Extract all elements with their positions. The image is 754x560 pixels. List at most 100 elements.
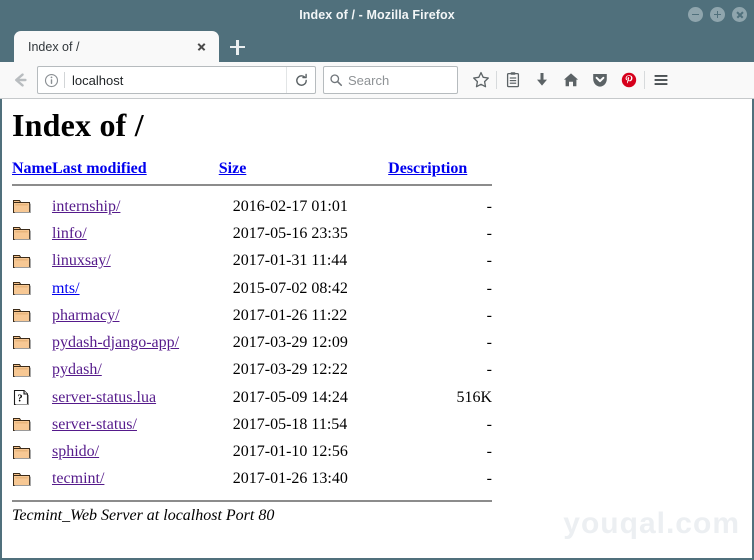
entry-size: -	[388, 465, 492, 492]
entry-link[interactable]: pydash-django-app/	[52, 334, 179, 351]
entry-description	[492, 275, 504, 302]
toolbar-separator-2	[644, 71, 645, 89]
entry-description	[492, 411, 504, 438]
minimize-button[interactable]	[688, 7, 703, 22]
table-row: mts/2015-07-02 08:42-	[12, 275, 504, 302]
folder-icon	[12, 193, 52, 220]
library-icon[interactable]	[498, 66, 527, 95]
entry-link[interactable]: server-status/	[52, 416, 137, 433]
header-divider	[12, 184, 492, 186]
back-button[interactable]	[7, 66, 35, 94]
toolbar-separator	[496, 71, 497, 89]
watermark: youqal.com	[563, 507, 740, 541]
entry-name-cell: pharmacy/	[52, 302, 219, 329]
entry-link[interactable]: mts/	[52, 280, 80, 297]
entry-modified: 2017-01-31 11:44	[219, 247, 388, 274]
sort-by-date-link[interactable]: Last modified	[52, 160, 147, 177]
entry-link[interactable]: sphido/	[52, 443, 99, 460]
site-info-icon[interactable]	[38, 73, 64, 88]
entry-name-cell: mts/	[52, 275, 219, 302]
entry-modified: 2017-01-26 13:40	[219, 465, 388, 492]
table-row: server-status/2017-05-18 11:54-	[12, 411, 504, 438]
tab-label: Index of /	[28, 40, 187, 54]
entry-name-cell: server-status/	[52, 411, 219, 438]
table-row: ? server-status.lua 2017-05-09 14:24516K	[12, 384, 504, 411]
entry-link[interactable]: linfo/	[52, 225, 87, 242]
entry-link[interactable]: tecmint/	[52, 470, 104, 487]
entry-modified: 2017-05-09 14:24	[219, 384, 388, 411]
unknown-file-icon: ?	[12, 384, 52, 411]
menu-icon[interactable]	[646, 66, 675, 95]
folder-icon	[12, 438, 52, 465]
entry-name-cell: sphido/	[52, 438, 219, 465]
footer-rule-row	[12, 493, 504, 507]
table-row: tecmint/2017-01-26 13:40-	[12, 465, 504, 492]
entry-size: -	[388, 247, 492, 274]
sort-by-name-link[interactable]: Name	[12, 160, 52, 177]
url-input[interactable]	[65, 73, 286, 88]
entry-size: -	[388, 411, 492, 438]
table-row: pydash-django-app/2017-03-29 12:09-	[12, 329, 504, 356]
table-row: pydash/2017-03-29 12:22-	[12, 356, 504, 383]
search-input[interactable]	[348, 73, 457, 88]
sort-by-size-link[interactable]: Size	[219, 160, 247, 177]
tab-strip: Index of /	[0, 29, 754, 62]
table-row: pharmacy/2017-01-26 11:22-	[12, 302, 504, 329]
bookmark-star-icon[interactable]	[466, 66, 495, 95]
entry-size: 516K	[388, 384, 492, 411]
reload-button[interactable]	[286, 67, 315, 93]
entry-size: -	[388, 302, 492, 329]
entry-name-cell: linuxsay/	[52, 247, 219, 274]
entry-name-cell: pydash/	[52, 356, 219, 383]
entry-size: -	[388, 356, 492, 383]
entry-link[interactable]: linuxsay/	[52, 252, 111, 269]
entry-name-cell: pydash-django-app/	[52, 329, 219, 356]
entry-description	[492, 193, 504, 220]
pocket-icon[interactable]	[585, 66, 614, 95]
table-row: linfo/2017-05-16 23:35-	[12, 220, 504, 247]
folder-icon	[12, 275, 52, 302]
svg-text:?: ?	[17, 393, 22, 404]
entry-name-cell: server-status.lua	[52, 384, 219, 411]
sort-by-description-link[interactable]: Description	[388, 160, 467, 177]
entry-description	[492, 220, 504, 247]
home-icon[interactable]	[556, 66, 585, 95]
entry-description	[492, 329, 504, 356]
entry-description	[492, 465, 504, 492]
table-row: internship/2016-02-17 01:01-	[12, 193, 504, 220]
table-row: linuxsay/2017-01-31 11:44-	[12, 247, 504, 274]
search-bar[interactable]	[323, 66, 458, 94]
entry-modified: 2016-02-17 01:01	[219, 193, 388, 220]
close-tab-icon[interactable]	[193, 39, 209, 55]
folder-icon	[12, 329, 52, 356]
navigation-toolbar	[0, 62, 754, 99]
entry-link[interactable]: pydash/	[52, 361, 102, 378]
entry-modified: 2015-07-02 08:42	[219, 275, 388, 302]
entry-description	[492, 356, 504, 383]
page-title: Index of /	[12, 107, 752, 144]
column-header-name: Name	[12, 160, 52, 181]
maximize-button[interactable]	[710, 7, 725, 22]
entry-link[interactable]: pharmacy/	[52, 307, 120, 324]
entry-modified: 2017-01-26 11:22	[219, 302, 388, 329]
close-window-button[interactable]	[732, 7, 747, 22]
entry-name-cell: tecmint/	[52, 465, 219, 492]
footer-divider	[12, 500, 492, 502]
pinterest-icon[interactable]	[614, 66, 643, 95]
download-icon[interactable]	[527, 66, 556, 95]
page-content: Index of / Name Last modified Size Descr…	[0, 99, 754, 560]
entry-modified: 2017-03-29 12:09	[219, 329, 388, 356]
folder-icon	[12, 411, 52, 438]
entry-link[interactable]: internship/	[52, 198, 120, 215]
new-tab-button[interactable]	[222, 31, 252, 62]
entry-modified: 2017-03-29 12:22	[219, 356, 388, 383]
folder-icon	[12, 302, 52, 329]
entry-size: -	[388, 329, 492, 356]
entry-name-cell: internship/	[52, 193, 219, 220]
entry-link[interactable]: server-status.lua	[52, 389, 156, 406]
directory-listing-table: Name Last modified Size Description	[12, 160, 504, 507]
url-bar[interactable]	[37, 66, 316, 94]
table-row: sphido/2017-01-10 12:56-	[12, 438, 504, 465]
entry-size: -	[388, 193, 492, 220]
tab-index-of[interactable]: Index of /	[14, 31, 219, 62]
